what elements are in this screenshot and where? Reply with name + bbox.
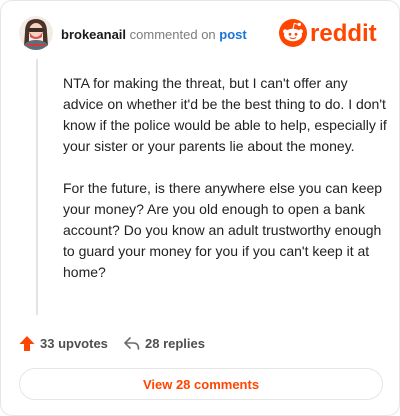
comment-paragraph: For the future, is there anywhere else y… <box>63 180 383 280</box>
comment-header: brokeanail commented on post reddit <box>19 16 385 52</box>
avatar[interactable] <box>19 16 53 50</box>
avatar-image <box>19 16 53 50</box>
comment-paragraph: NTA for making the threat, but I can't o… <box>63 75 387 154</box>
commented-on-text: commented on <box>129 27 216 42</box>
post-link[interactable]: post <box>219 27 246 42</box>
replies-count: 28 replies <box>145 335 205 351</box>
upvote-count: 33 upvotes <box>40 335 108 351</box>
comment-body: NTA for making the threat, but I can't o… <box>63 73 387 304</box>
replies-button[interactable]: 28 replies <box>123 333 205 353</box>
comment-card: brokeanail commented on post reddit NTA … <box>0 0 400 416</box>
upvote-button[interactable]: 33 upvotes <box>19 333 108 353</box>
view-comments-button[interactable]: View 28 comments <box>19 368 383 400</box>
thread-line[interactable] <box>36 59 38 315</box>
reddit-logo[interactable]: reddit <box>279 18 385 48</box>
reddit-snoo-icon <box>279 19 307 47</box>
comment-actions: 33 upvotes 28 replies <box>19 333 385 353</box>
byline: brokeanail commented on post <box>61 27 247 42</box>
upvote-arrow-icon <box>19 335 35 351</box>
reddit-wordmark: reddit <box>310 20 377 47</box>
username-link[interactable]: brokeanail <box>61 27 126 42</box>
reply-arrow-icon <box>124 336 140 350</box>
